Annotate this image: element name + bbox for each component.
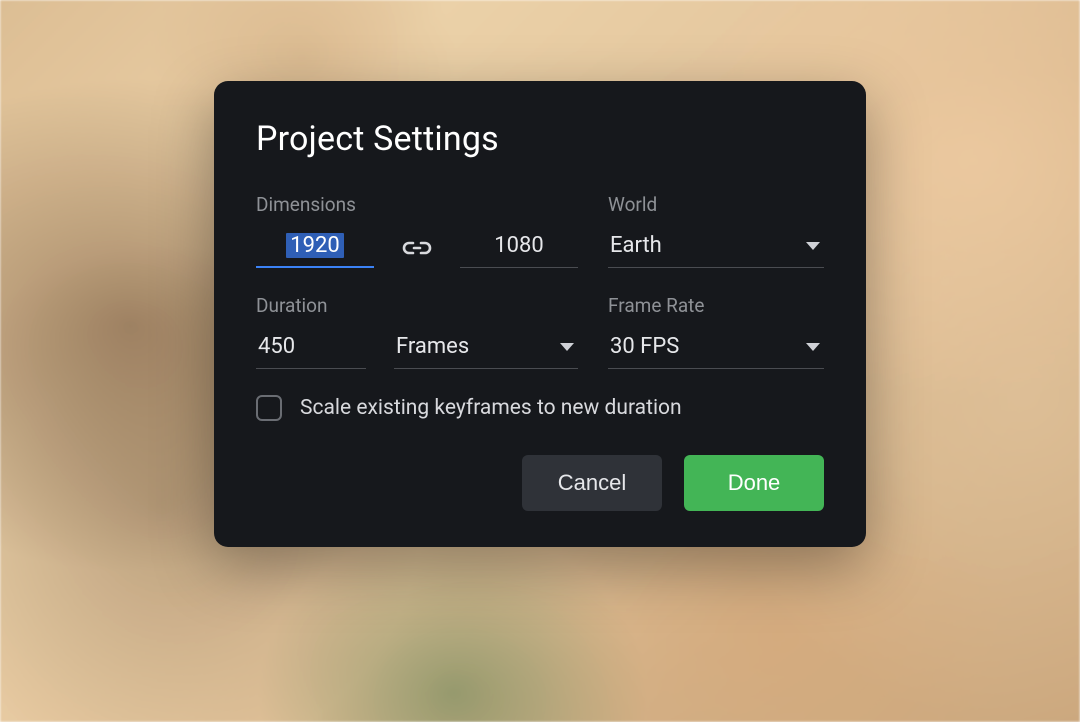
chevron-down-icon (806, 242, 820, 250)
duration-group: Duration 450 Frames (256, 294, 578, 369)
duration-value-text: 450 (258, 334, 295, 359)
duration-input[interactable]: 450 (256, 329, 366, 369)
link-icon (401, 238, 433, 258)
world-label: World (608, 193, 824, 216)
chevron-down-icon (560, 343, 574, 351)
chevron-down-icon (806, 343, 820, 351)
framerate-group: Frame Rate 30 FPS (608, 294, 824, 369)
scale-keyframes-label: Scale existing keyframes to new duration (300, 396, 682, 420)
height-input[interactable]: 1080 (460, 228, 578, 268)
dialog-title: Project Settings (256, 119, 824, 159)
done-button[interactable]: Done (684, 455, 824, 511)
scale-keyframes-checkbox[interactable] (256, 395, 282, 421)
framerate-value: 30 FPS (610, 334, 679, 359)
world-value: Earth (610, 233, 662, 258)
dimensions-label: Dimensions (256, 193, 578, 216)
project-settings-dialog: Project Settings Dimensions 1920 1080 (214, 81, 866, 547)
aspect-link-button[interactable] (374, 228, 460, 268)
height-value: 1080 (494, 233, 543, 258)
duration-unit-select[interactable]: Frames (394, 329, 578, 369)
framerate-select[interactable]: 30 FPS (608, 329, 824, 369)
world-group: World Earth (608, 193, 824, 268)
dimensions-group: Dimensions 1920 1080 (256, 193, 578, 268)
framerate-label: Frame Rate (608, 294, 824, 317)
world-select[interactable]: Earth (608, 228, 824, 268)
width-value: 1920 (286, 233, 343, 258)
duration-label: Duration (256, 294, 578, 317)
duration-unit-text: Frames (396, 334, 469, 359)
width-input[interactable]: 1920 (256, 228, 374, 268)
cancel-button[interactable]: Cancel (522, 455, 662, 511)
